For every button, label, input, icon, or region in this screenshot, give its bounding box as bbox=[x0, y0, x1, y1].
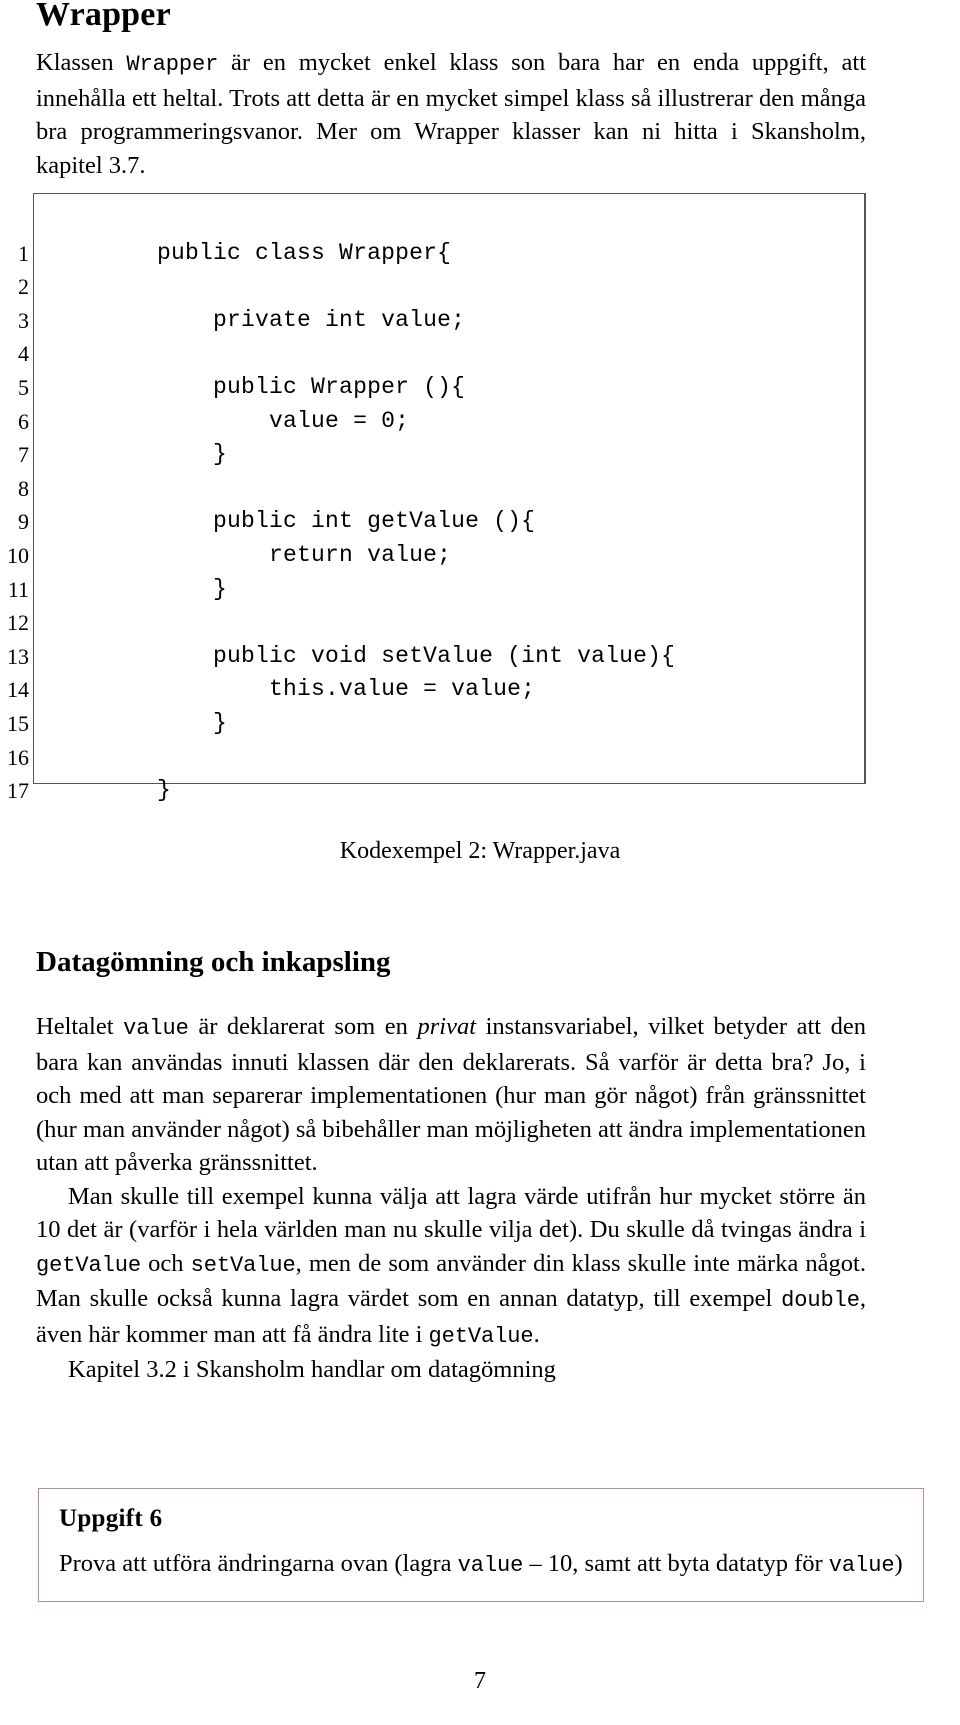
code-line: 7 } bbox=[18, 405, 864, 467]
line-number: 13 bbox=[7, 643, 29, 669]
code-line: 14 this.value = value; bbox=[7, 640, 864, 702]
exercise-box: Uppgift 6 Prova att utföra ändringarna o… bbox=[38, 1488, 924, 1602]
code-line: 3 private int value; bbox=[18, 270, 864, 333]
code-line: 17} bbox=[7, 741, 864, 803]
code-line: 9 public int getValue (){ bbox=[18, 472, 864, 534]
p2-text-2: och bbox=[141, 1249, 191, 1277]
intro-paragraph: Klassen Wrapper är en mycket enkel klass… bbox=[36, 46, 866, 182]
exercise-title: Uppgift 6 bbox=[59, 1505, 163, 1532]
code-text: } bbox=[157, 777, 172, 804]
listing-caption: Kodexempel 2: Wrapper.java bbox=[339, 838, 621, 864]
code-line: 15 } bbox=[7, 673, 864, 736]
p1-emphasis-privat: privat bbox=[417, 1013, 477, 1040]
line-number: 17 bbox=[7, 778, 29, 804]
exercise-text-2: – 10, samt att byta datatyp för bbox=[523, 1550, 829, 1577]
p2-code-double: double bbox=[781, 1288, 860, 1313]
exercise-text-3: ) bbox=[894, 1550, 903, 1577]
intro-text-part1: Klassen bbox=[36, 49, 127, 76]
code-line: 1 public class Wrapper{ bbox=[18, 203, 864, 266]
line-number: 14 bbox=[7, 677, 29, 703]
code-line: 6 value = 0; bbox=[18, 371, 864, 434]
line-number: 3 bbox=[18, 307, 29, 333]
p1-text-2: är deklarerat som en bbox=[188, 1013, 418, 1040]
p2-code-getvalue: getValue bbox=[36, 1252, 142, 1278]
line-number: 10 bbox=[7, 542, 29, 568]
code-line: 11 } bbox=[8, 539, 864, 602]
p2-text-1: Man skulle till exempel kunna välja att … bbox=[36, 1182, 866, 1244]
p1-text-1: Heltalet bbox=[36, 1013, 124, 1040]
line-number: 4 bbox=[18, 341, 29, 367]
p3-text-1: Kapitel 3.2 i Skansholm handlar om datag… bbox=[68, 1356, 556, 1383]
exercise-text-1: Prova att utföra ändringarna ovan (lagra bbox=[59, 1550, 458, 1577]
line-number: 1 bbox=[18, 240, 29, 266]
paragraph-1: Heltalet value är deklarerat som en priv… bbox=[36, 1010, 866, 1180]
line-number: 12 bbox=[7, 610, 29, 636]
exercise-code-value-2: value bbox=[828, 1553, 895, 1578]
p2-code-setvalue: setValue bbox=[190, 1252, 296, 1278]
exercise-body: Prova att utföra ändringarna ovan (lagra… bbox=[59, 1547, 903, 1583]
code-line: 13 public void setValue (int value){ bbox=[7, 606, 864, 669]
paragraph-2: Man skulle till exempel kunna välja att … bbox=[36, 1180, 866, 1354]
exercise-code-value-1: value bbox=[457, 1553, 524, 1578]
code-line: 8 bbox=[18, 438, 864, 501]
line-number: 7 bbox=[18, 442, 29, 468]
line-number: 5 bbox=[18, 374, 29, 400]
line-number: 9 bbox=[18, 509, 29, 535]
line-number: 15 bbox=[7, 710, 29, 736]
code-listing: 1 public class Wrapper{ 2 3 private int v… bbox=[0, 193, 960, 803]
p2-text-5: . bbox=[533, 1320, 540, 1348]
line-number: 2 bbox=[18, 274, 29, 300]
line-number: 16 bbox=[7, 744, 29, 770]
page-number: 7 bbox=[474, 1668, 486, 1694]
code-listing-box: 1 public class Wrapper{ 2 3 private int v… bbox=[7, 193, 866, 803]
p1-code-value: value bbox=[123, 1016, 189, 1041]
line-number: 6 bbox=[18, 408, 29, 434]
section-heading: Datagömning och inkapsling bbox=[36, 946, 391, 978]
p2-code-getvalue-2: getValue bbox=[428, 1323, 534, 1349]
line-number: 8 bbox=[18, 475, 29, 501]
code-line: 5 public Wrapper (){ bbox=[18, 337, 864, 400]
code-line: 10 return value; bbox=[7, 505, 864, 568]
document-page: Wrapper Klassen Wrapper är en mycket enk… bbox=[0, 0, 960, 1725]
paragraph-3: Kapitel 3.2 i Skansholm handlar om datag… bbox=[36, 1353, 866, 1387]
code-line: 4 bbox=[18, 304, 864, 366]
section-body: Heltalet value är deklarerat som en priv… bbox=[36, 1010, 866, 1387]
intro-inline-code-wrapper: Wrapper bbox=[126, 52, 219, 77]
page-title: Wrapper bbox=[36, 0, 171, 33]
code-line: 16 bbox=[7, 707, 864, 770]
code-line: 12 bbox=[7, 573, 864, 635]
line-number: 11 bbox=[7, 576, 29, 602]
code-line: 2 bbox=[18, 237, 864, 299]
